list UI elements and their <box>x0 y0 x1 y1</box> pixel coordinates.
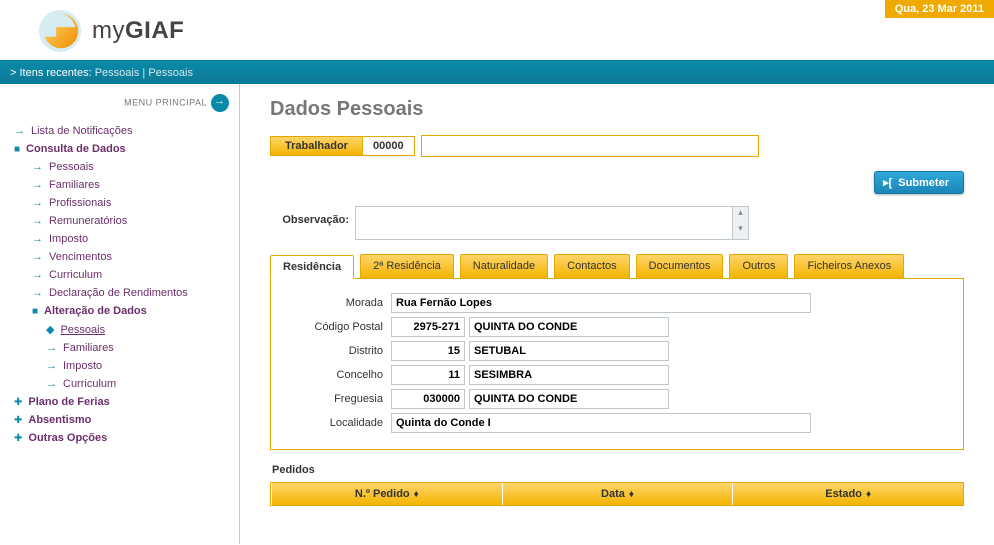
worker-label: Trabalhador <box>270 136 363 156</box>
cp-label: Código Postal <box>291 321 391 333</box>
nav-alteracao[interactable]: Alteração de Dados <box>10 302 229 320</box>
distrito-name-input[interactable] <box>469 341 669 361</box>
col-pedido[interactable]: N.º Pedido♦ <box>271 483 503 505</box>
sort-icon: ♦ <box>414 489 419 500</box>
nav-outras[interactable]: Outras Opções <box>10 429 229 447</box>
tab-ficheiros[interactable]: Ficheiros Anexos <box>794 254 904 278</box>
nav-familiares[interactable]: →Familiares <box>10 176 229 194</box>
obs-textarea[interactable]: ▴▾ <box>355 206 749 240</box>
breadcrumb-item[interactable]: Pessoais <box>95 67 140 79</box>
main-content: Dados Pessoais Trabalhador 00000 ▸[Subme… <box>240 84 994 544</box>
sort-icon: ♦ <box>629 489 634 500</box>
page-title: Dados Pessoais <box>270 98 964 121</box>
col-estado[interactable]: Estado♦ <box>733 483 963 505</box>
freguesia-code-input[interactable] <box>391 389 465 409</box>
nav-profissionais[interactable]: →Profissionais <box>10 194 229 212</box>
nav-alt-pessoais[interactable]: ◆Pessoais <box>10 320 229 339</box>
logo-text: myGIAF <box>92 17 184 45</box>
nav-consulta[interactable]: Consulta de Dados <box>10 140 229 158</box>
sidebar: MENU PRINCIPAL →Lista de Notificações Co… <box>0 84 240 544</box>
morada-label: Morada <box>291 297 391 309</box>
freguesia-label: Freguesia <box>291 393 391 405</box>
submit-icon: ▸[ <box>883 177 892 189</box>
concelho-code-input[interactable] <box>391 365 465 385</box>
nav-imposto[interactable]: →Imposto <box>10 230 229 248</box>
nav-notificacoes[interactable]: →Lista de Notificações <box>10 122 229 140</box>
worker-code: 00000 <box>362 136 415 156</box>
col-data[interactable]: Data♦ <box>503 483 734 505</box>
tab-contactos[interactable]: Contactos <box>554 254 630 278</box>
tab-outros[interactable]: Outros <box>729 254 788 278</box>
cp-name-input[interactable] <box>469 317 669 337</box>
tab-documentos[interactable]: Documentos <box>636 254 724 278</box>
breadcrumb-item[interactable]: Pessoais <box>148 67 193 79</box>
nav-alt-familiares[interactable]: →Familiares <box>10 339 229 357</box>
nav-vencimentos[interactable]: →Vencimentos <box>10 248 229 266</box>
concelho-label: Concelho <box>291 369 391 381</box>
worker-row: Trabalhador 00000 <box>270 135 964 157</box>
morada-input[interactable] <box>391 293 811 313</box>
pedidos-table-header: N.º Pedido♦ Data♦ Estado♦ <box>270 482 964 506</box>
tab-naturalidade[interactable]: Naturalidade <box>460 254 548 278</box>
nav-alt-curriculum[interactable]: →Curriculum <box>10 375 229 393</box>
menu-principal-link[interactable]: MENU PRINCIPAL <box>10 90 229 122</box>
logo-icon <box>36 8 84 54</box>
nav-declaracao[interactable]: →Declaração de Rendimentos <box>10 284 229 302</box>
submit-button[interactable]: ▸[Submeter <box>874 171 964 194</box>
nav-curriculum[interactable]: →Curriculum <box>10 266 229 284</box>
nav-alt-imposto[interactable]: →Imposto <box>10 357 229 375</box>
cp-code-input[interactable] <box>391 317 465 337</box>
scrollbar[interactable]: ▴▾ <box>732 207 748 239</box>
logo[interactable]: myGIAF <box>36 8 184 54</box>
localidade-input[interactable] <box>391 413 811 433</box>
tab-residencia2[interactable]: 2ª Residência <box>360 254 454 278</box>
date-badge: Qua, 23 Mar 2011 <box>885 0 994 18</box>
localidade-label: Localidade <box>291 417 391 429</box>
distrito-label: Distrito <box>291 345 391 357</box>
obs-label: Observação: <box>270 206 355 226</box>
distrito-code-input[interactable] <box>391 341 465 361</box>
breadcrumb: > Itens recentes: Pessoais | Pessoais <box>0 60 994 84</box>
menu-icon <box>211 94 229 112</box>
sort-icon: ♦ <box>866 489 871 500</box>
freguesia-name-input[interactable] <box>469 389 669 409</box>
tab-body: Morada Código Postal Distrito Concelho F… <box>270 279 964 450</box>
concelho-name-input[interactable] <box>469 365 669 385</box>
scroll-up-icon[interactable]: ▴ <box>733 207 748 223</box>
pedidos-label: Pedidos <box>272 464 964 476</box>
nav-absentismo[interactable]: Absentismo <box>10 411 229 429</box>
worker-name-field[interactable] <box>421 135 759 157</box>
tab-residencia[interactable]: Residência <box>270 255 354 279</box>
nav-pessoais[interactable]: →Pessoais <box>10 158 229 176</box>
nav-remuneratorios[interactable]: →Remuneratórios <box>10 212 229 230</box>
header: Qua, 23 Mar 2011 myGIAF <box>0 0 994 60</box>
nav-ferias[interactable]: Plano de Ferias <box>10 393 229 411</box>
scroll-down-icon[interactable]: ▾ <box>733 223 748 239</box>
tabs: Residência 2ª Residência Naturalidade Co… <box>270 254 964 279</box>
